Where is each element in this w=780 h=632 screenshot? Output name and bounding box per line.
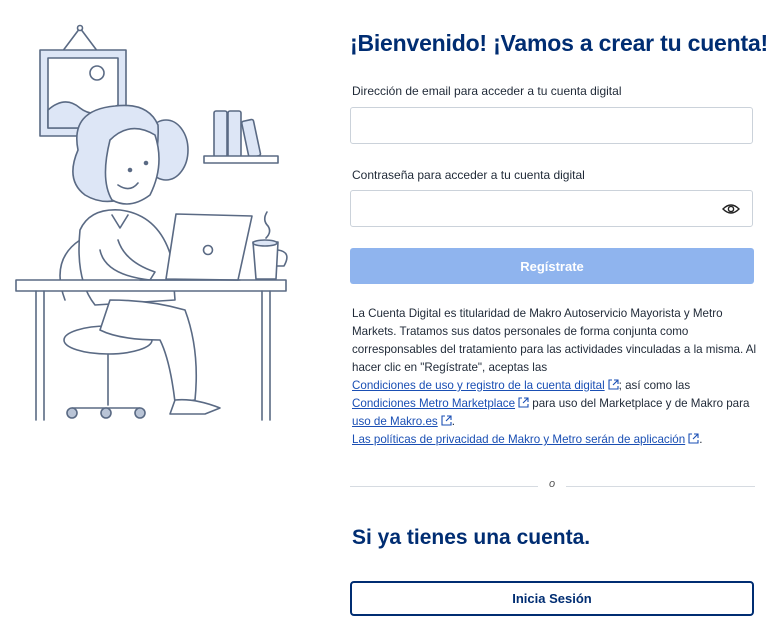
legal-line: hacer clic en "Regístrate", aceptas las — [352, 361, 548, 374]
password-label: Contraseña para acceder a tu cuenta digi… — [352, 168, 585, 182]
email-label: Dirección de email para acceder a tu cue… — [352, 84, 622, 98]
external-link-icon — [518, 397, 529, 408]
eye-icon[interactable] — [722, 202, 740, 216]
external-link-icon — [608, 379, 619, 390]
legal-connector: ; así como las — [618, 379, 691, 392]
legal-line: Markets. Tratamos sus datos personales d… — [352, 325, 689, 338]
divider-text: o — [548, 478, 556, 490]
external-link-icon — [441, 415, 452, 426]
login-heading: Si ya tienes una cuenta. — [352, 526, 591, 549]
legal-text: La Cuenta Digital es titularidad de Makr… — [352, 305, 757, 449]
external-link-icon — [688, 433, 699, 444]
divider-line — [566, 486, 755, 487]
legal-connector: . — [451, 415, 455, 428]
email-field[interactable] — [350, 107, 753, 144]
woman-at-laptop-illustration — [15, 24, 288, 421]
privacy-link[interactable]: Las políticas de privacidad de Makro y M… — [352, 433, 685, 446]
legal-connector: . — [699, 433, 703, 446]
legal-line: La Cuenta Digital es titularidad de Makr… — [352, 307, 723, 320]
register-button[interactable]: Regístrate — [350, 248, 754, 284]
page-title: ¡Bienvenido! ¡Vamos a crear tu cuenta! — [350, 30, 769, 56]
password-field[interactable] — [350, 190, 753, 227]
terms-link[interactable]: Condiciones de uso y registro de la cuen… — [352, 379, 605, 392]
login-button[interactable]: Inicia Sesión — [350, 581, 754, 616]
marketplace-link[interactable]: Condiciones Metro Marketplace — [352, 397, 515, 410]
or-divider: o — [350, 478, 755, 490]
legal-line: corresponsables del tratamiento para las… — [352, 343, 757, 356]
divider-line — [350, 486, 538, 487]
legal-connector: para uso del Marketplace y de Makro para — [529, 397, 750, 410]
makro-link[interactable]: uso de Makro.es — [352, 415, 438, 428]
